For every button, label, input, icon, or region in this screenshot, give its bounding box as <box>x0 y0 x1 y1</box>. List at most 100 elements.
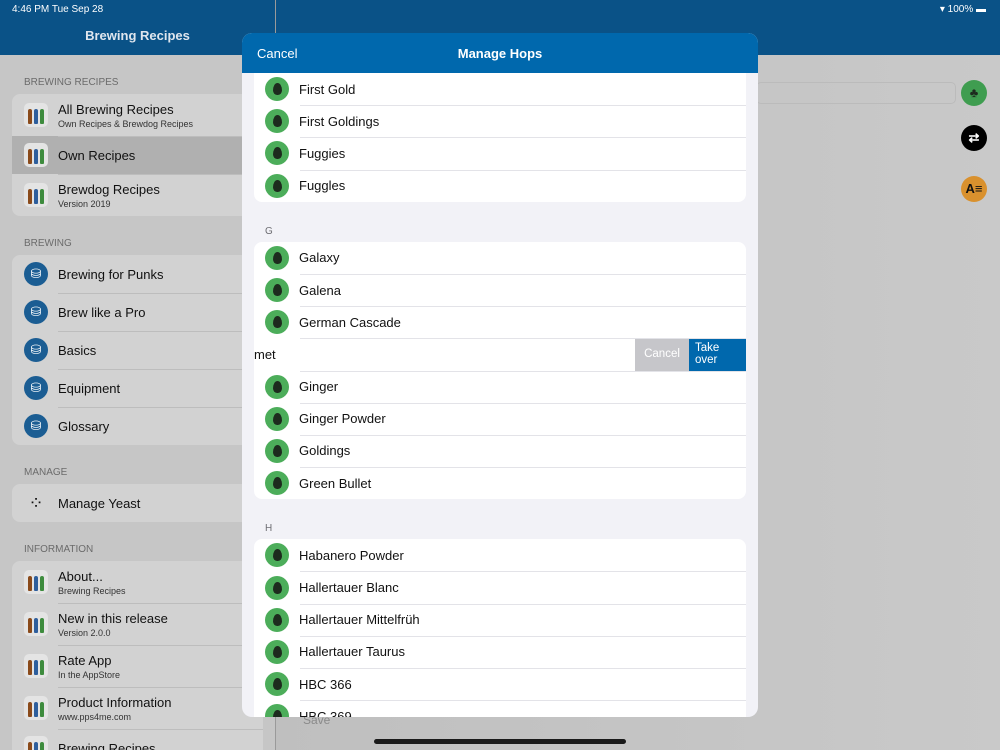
hop-name: Fuggies <box>299 145 346 161</box>
hop-row[interactable]: Hallertauer Mittelfrüh <box>254 603 746 636</box>
hop-row[interactable]: Fuggies <box>254 137 746 169</box>
hop-row[interactable]: First Goldings <box>254 105 746 137</box>
hop-name: HBC 369 <box>299 708 352 717</box>
sidebar-item[interactable]: Brewing Recipes <box>12 729 263 750</box>
hop-name: Fuggles <box>299 178 346 194</box>
sidebar-item-label: Brew like a Pro <box>58 304 146 320</box>
manage-hops-modal: Cancel Manage Hops First Gold First Goldi… <box>242 33 758 717</box>
sidebar-item[interactable]: ⛁ Basics <box>12 331 263 369</box>
sidebar-item-text: Own Recipes <box>58 148 135 163</box>
bottles-icon <box>24 143 48 167</box>
battery-level: 100% <box>947 4 974 15</box>
section-header: Information <box>24 544 94 555</box>
hop-row[interactable]: German Cascade <box>254 306 746 338</box>
brew-kettle-icon: ⛁ <box>24 376 48 400</box>
sidebar-title: Brewing Recipes <box>85 28 190 43</box>
sidebar-item-subtitle: Brewing Recipes <box>58 585 126 596</box>
hop-row[interactable]: Hallertauer Blanc <box>254 571 746 603</box>
hop-row[interactable]: HBC 369 <box>254 700 746 717</box>
hop-name: German Cascade <box>299 314 401 330</box>
sidebar-item-text: Glossary <box>58 419 109 434</box>
swipe-cancel-button[interactable]: Cancel <box>635 338 689 371</box>
hop-icon <box>265 543 289 568</box>
hop-name: Hallertauer Taurus <box>299 644 405 660</box>
section-header: Brewing Recipes <box>24 77 119 88</box>
sidebar-item[interactable]: About... Brewing Recipes <box>12 561 263 603</box>
bottles-icon <box>24 654 48 678</box>
yeast-icon: ⁘ <box>28 492 44 513</box>
sidebar-item-label: Own Recipes <box>58 147 136 163</box>
hop-row[interactable]: Ginger <box>254 370 746 403</box>
modal-header: Cancel Manage Hops <box>242 33 758 73</box>
swiped-hop-row[interactable]: met Cancel Take over <box>254 338 746 371</box>
hop-row[interactable]: Ginger Powder <box>254 402 746 435</box>
sidebar-item[interactable]: Rate App In the AppStore <box>12 645 263 687</box>
hop-row[interactable]: Hallertauer Taurus <box>254 635 746 668</box>
hop-icon <box>265 639 289 664</box>
sidebar-item[interactable]: ⛁ Brew like a Pro <box>12 293 263 331</box>
hops-section: Galaxy Galena German Cascade met Cancel Take … <box>254 241 746 500</box>
sidebar-item-subtitle: Own Recipes & Brewdog Recipes <box>58 118 194 129</box>
hop-icon <box>265 704 289 717</box>
sidebar-item-text: Equipment <box>58 381 120 396</box>
sidebar-item[interactable]: Brewdog Recipes Version 2019 <box>12 174 263 216</box>
swap-icon[interactable]: ⇄ <box>961 125 987 151</box>
hop-icon <box>265 672 289 697</box>
hop-name: Hallertauer Blanc <box>299 580 399 596</box>
hop-icon <box>265 575 289 600</box>
hop-row[interactable]: Goldings <box>254 434 746 467</box>
sidebar-item-label: Glossary <box>58 418 110 434</box>
hop-row[interactable]: HBC 366 <box>254 668 746 700</box>
sidebar-item[interactable]: Own Recipes <box>12 136 263 174</box>
hop-name: First Goldings <box>299 113 380 129</box>
sidebar-item[interactable]: Product Information www.pps4me.com <box>12 687 263 729</box>
sidebar-item-text: Rate App In the AppStore <box>58 653 120 680</box>
sidebar-item-label: Manage Yeast <box>58 495 141 511</box>
sidebar-item-text: Basics <box>58 343 96 358</box>
section-letter: G <box>265 225 273 237</box>
sidebar-item[interactable]: All Brewing Recipes Own Recipes & Brewdog… <box>12 94 263 136</box>
sidebar-item-text: Brewing for Punks <box>58 267 164 282</box>
bottles-icon <box>24 696 48 720</box>
hops-list[interactable]: First Gold First Goldings Fuggies Fuggles G G… <box>242 73 758 717</box>
sidebar-item-label: Basics <box>58 342 97 358</box>
section-header: Manage <box>24 467 68 478</box>
hop-row[interactable]: Fuggles <box>254 169 746 202</box>
hop-row[interactable]: Galena <box>254 273 746 306</box>
section-header: Brewing <box>24 238 72 249</box>
sidebar-item[interactable]: ⛁ Equipment <box>12 369 263 407</box>
hop-name: Habanero Powder <box>299 547 404 563</box>
take-over-button[interactable]: Take over <box>689 338 746 371</box>
hop-name: Green Bullet <box>299 475 372 491</box>
hop-row[interactable]: Galaxy <box>254 242 746 274</box>
sidebar-item-label: Equipment <box>58 380 121 396</box>
hop-row[interactable]: Habanero Powder <box>254 539 746 571</box>
sidebar-item-subtitle: Version 2.0.0 <box>58 627 111 638</box>
sidebar-item-text: New in this release Version 2.0.0 <box>58 611 168 638</box>
hop-icon[interactable]: ♣ <box>961 80 987 106</box>
hop-row[interactable]: First Gold <box>254 73 746 105</box>
hop-name: Galaxy <box>299 250 340 266</box>
hop-icon <box>265 173 289 198</box>
hop-icon <box>265 406 289 431</box>
sidebar-item-text: Brewdog Recipes Version 2019 <box>58 182 160 209</box>
sidebar-item-label: Rate App <box>58 652 112 668</box>
sidebar-group: ⁘ Manage Yeast <box>12 484 263 522</box>
sidebar-item-label: All Brewing Recipes <box>58 101 174 117</box>
name-field[interactable] <box>756 82 956 104</box>
bottles-icon <box>24 103 48 127</box>
sidebar-group: ⛁ Brewing for Punks ⛁ Brew like a Pro ⛁ Basic… <box>12 255 263 445</box>
sidebar-item[interactable]: ⁘ Manage Yeast <box>12 484 263 522</box>
sidebar-item[interactable]: ⛁ Glossary <box>12 407 263 445</box>
hop-name: Galena <box>299 282 341 298</box>
sidebar-item[interactable]: ⛁ Brewing for Punks <box>12 255 263 293</box>
hop-icon <box>265 438 289 463</box>
sidebar-item[interactable]: New in this release Version 2.0.0 <box>12 603 263 645</box>
hop-icon <box>265 471 289 496</box>
hop-row[interactable]: Green Bullet <box>254 467 746 499</box>
bottles-icon <box>24 736 48 750</box>
text-format-icon[interactable]: A≡ <box>961 176 987 202</box>
status-time: 4:46 PM Tue Sep 28 <box>12 4 104 15</box>
sidebar-group: All Brewing Recipes Own Recipes & Brewdog… <box>12 94 263 216</box>
sidebar-item-label: About... <box>58 568 103 584</box>
